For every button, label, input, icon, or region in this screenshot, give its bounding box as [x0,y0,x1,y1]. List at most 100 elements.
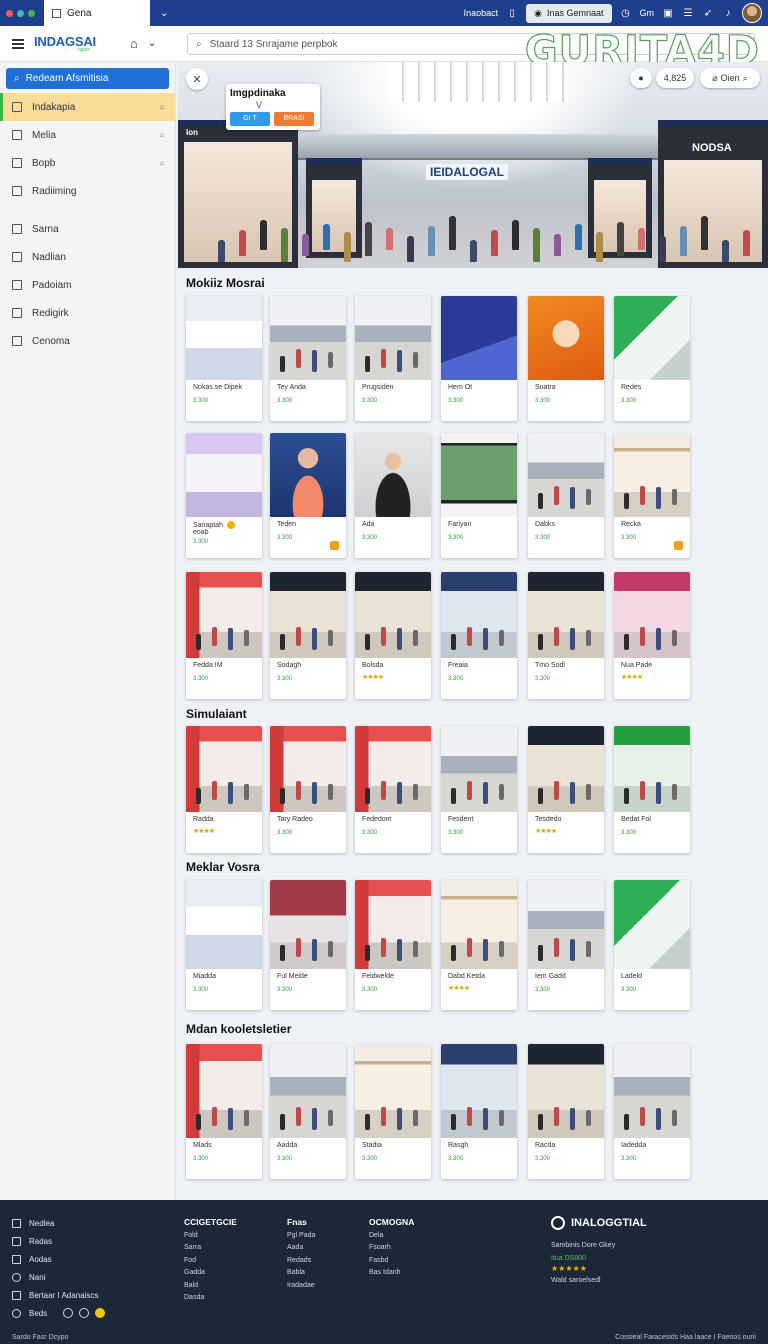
footer-link[interactable]: Bald [184,1280,237,1293]
product-image[interactable] [528,1044,604,1138]
product-image[interactable] [614,880,690,969]
product-image[interactable] [270,880,346,969]
product-card[interactable]: Racda 3.300 [528,1044,604,1179]
product-card[interactable]: Ful Melde 3.300 [270,880,346,1010]
close-icon[interactable]: ✕ [186,68,208,90]
maximize-window-dot[interactable] [28,9,35,17]
toolbar-label[interactable]: Gm [640,8,655,18]
product-card[interactable]: Nua Pade ★★★★ [614,572,690,699]
product-image[interactable] [355,1044,431,1138]
product-card[interactable]: Tmo Sodl 3.300 [528,572,604,699]
product-card[interactable]: Tary Radeo 3.300 [270,726,346,853]
product-card[interactable]: Teden 3.300 [270,433,346,558]
browser-tab[interactable]: Gena [44,0,150,26]
sidebar-item[interactable]: Sarna [0,215,175,243]
product-card[interactable]: Fedda IM 3.300 [186,572,262,699]
product-card[interactable]: Suatra 3.300 [528,296,604,421]
inbox-link[interactable]: Inaobact [464,8,499,18]
sidebar-item[interactable]: Redigirk [0,299,175,327]
product-card[interactable]: Nokas se Dipek 3.300 [186,296,262,421]
product-image[interactable] [186,726,262,812]
footer-link[interactable]: Redads [287,1255,315,1268]
product-image[interactable] [614,726,690,812]
product-card[interactable]: Stadia 3.300 [355,1044,431,1179]
product-image[interactable] [355,572,431,658]
hero-secondary-button[interactable]: BRASI [274,112,314,126]
product-image[interactable] [614,433,690,517]
count-chip[interactable]: 4,825 [656,68,694,88]
product-image[interactable] [270,433,346,517]
footer-bottom-left[interactable]: Sardo Fasr Dcypo [12,1334,68,1341]
shield-icon[interactable]: ▣ [662,7,674,19]
product-card[interactable]: Recka 3.300 [614,433,690,558]
facebook-icon[interactable] [63,1308,74,1318]
footer-link[interactable]: Gadda [184,1267,237,1280]
product-card[interactable]: Fesdent 3.300 [441,726,517,853]
product-image[interactable] [186,433,262,517]
product-image[interactable] [614,1044,690,1138]
product-image[interactable] [355,726,431,812]
product-card[interactable]: Aadda 3.300 [270,1044,346,1179]
close-window-dot[interactable] [6,9,13,17]
footer-link[interactable]: Aada [287,1242,315,1255]
tag-icon[interactable] [330,541,339,550]
tag-icon[interactable] [674,541,683,550]
home-icon[interactable]: ⌂ [130,36,138,51]
product-card[interactable]: Sodagh 3.300 [270,572,346,699]
footer-link[interactable]: Fold [184,1230,237,1243]
footer-link[interactable]: Babla [287,1267,315,1280]
search-input[interactable]: ⌕ Staard 13 Snrajame perpbok [187,33,755,55]
product-image[interactable] [614,296,690,380]
footer-link[interactable]: Radas [12,1232,105,1250]
product-image[interactable] [355,880,431,969]
footer-link[interactable]: Bertaar I Adanaiscs [12,1286,105,1304]
sidebar-item[interactable]: Bopb ⌕ [0,149,175,177]
rocket-icon[interactable]: ➶ [702,7,714,19]
product-image[interactable] [441,726,517,812]
product-image[interactable] [614,572,690,658]
product-image[interactable] [355,296,431,380]
footer-link[interactable]: Nani [12,1268,105,1286]
product-image[interactable] [270,726,346,812]
product-image[interactable] [355,433,431,517]
footer-link[interactable]: Nedlea [12,1214,105,1232]
footer-link[interactable]: Sarra [184,1242,237,1255]
product-card[interactable]: Bedat Fol 3.300 [614,726,690,853]
product-image[interactable] [528,572,604,658]
product-card[interactable]: Prugsiden 3.300 [355,296,431,421]
product-card[interactable]: Rasgh 3.300 [441,1044,517,1179]
footer-link[interactable]: Dasda [184,1292,237,1305]
product-card[interactable]: Dabks 3.300 [528,433,604,558]
hero-promo-card[interactable]: Imgpdinaka V GI T BRASI [226,84,320,130]
sidebar-item[interactable]: Padoiam [0,271,175,299]
product-card[interactable]: Ladeld 3.300 [614,880,690,1010]
product-card[interactable]: Ada 3.300 [355,433,431,558]
product-image[interactable] [270,1044,346,1138]
product-card[interactable]: Radda ★★★★ [186,726,262,853]
product-card[interactable]: Mlads 3.300 [186,1044,262,1179]
product-image[interactable] [186,880,262,969]
instagram-icon[interactable] [79,1308,90,1318]
footer-link[interactable]: Fsoarh [369,1242,414,1255]
open-chip[interactable]: ⌀ Oien ⌕ [700,68,760,88]
product-card[interactable]: Tey Anda 3.300 [270,296,346,421]
product-image[interactable] [270,296,346,380]
footer-link[interactable]: Dela [369,1230,414,1243]
clock-icon[interactable]: ◷ [620,7,632,19]
footer-link[interactable]: Fod [184,1255,237,1268]
footer-link[interactable]: Bas Idanh [369,1267,414,1280]
product-card[interactable]: Tesdedo ★★★★ [528,726,604,853]
product-card[interactable]: Iem Gadd 3.300 [528,880,604,1010]
footer-link[interactable]: Fasbd [369,1255,414,1268]
footer-link[interactable]: Pgl Pada [287,1230,315,1243]
search-icon[interactable]: ⌕ [159,102,165,113]
product-image[interactable] [441,296,517,380]
product-image[interactable] [441,880,517,969]
footer-link[interactable]: Aodas [12,1250,105,1268]
product-card[interactable]: Hem Ot 3.300 [441,296,517,421]
product-image[interactable] [186,296,262,380]
fire-icon[interactable]: ● [630,68,652,88]
product-image[interactable] [270,572,346,658]
sidebar-search-button[interactable]: ⌕ Redeam Afsmitisia [6,68,169,89]
sidebar-item[interactable]: Nadlian [0,243,175,271]
